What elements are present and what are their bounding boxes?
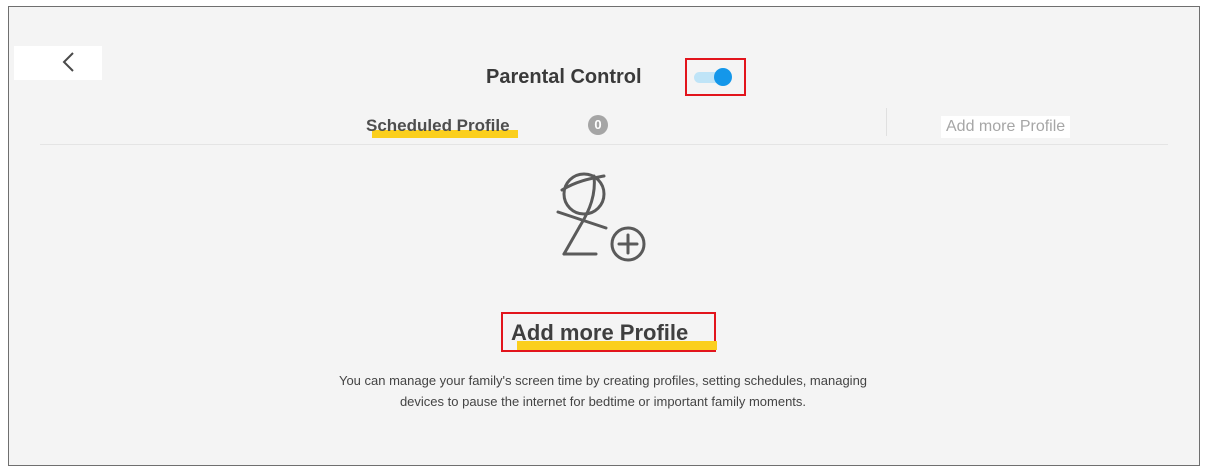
add-user-icon <box>550 166 666 270</box>
add-more-profile-button[interactable]: Add more Profile <box>501 312 717 352</box>
parental-control-toggle[interactable] <box>694 68 736 86</box>
profile-count-badge: 0 <box>588 115 608 135</box>
tab-scheduled-profile[interactable]: Scheduled Profile <box>366 110 518 144</box>
tab-scheduled-profile-text: Scheduled Profile <box>366 116 510 135</box>
empty-state-description: You can manage your family's screen time… <box>338 373 868 409</box>
header: Parental Control <box>0 58 1206 98</box>
tab-divider <box>886 108 887 136</box>
toggle-knob <box>714 68 732 86</box>
add-more-profile-label: Add more Profile <box>511 320 689 345</box>
tab-add-more-profile[interactable]: Add more Profile <box>941 116 1071 138</box>
page-title: Parental Control <box>486 66 642 88</box>
profile-tabs: Scheduled Profile 0 Add more Profile <box>40 108 1168 145</box>
tab-scheduled-profile-label: Scheduled Profile <box>366 110 518 138</box>
